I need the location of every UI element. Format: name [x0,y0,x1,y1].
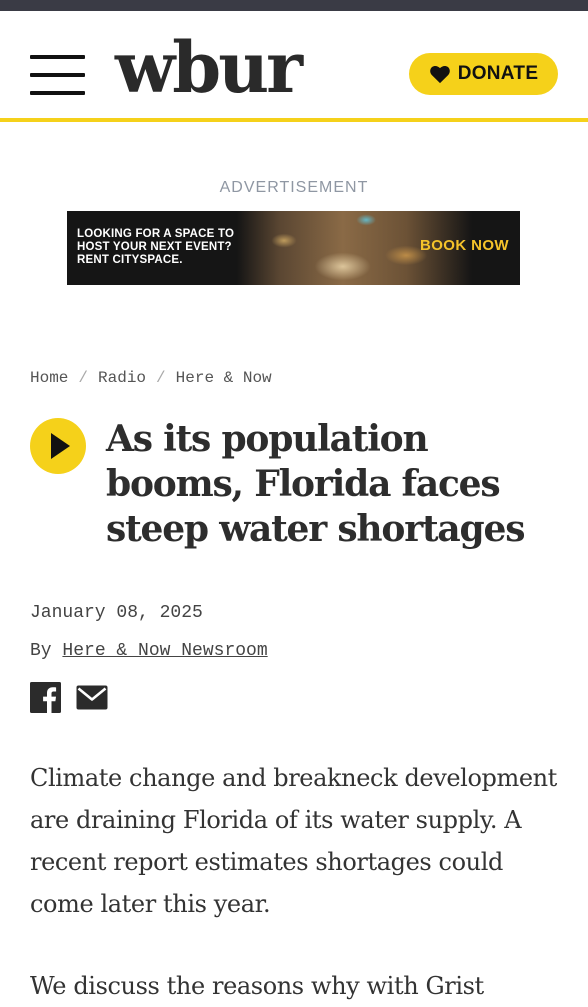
play-audio-button[interactable] [30,418,86,474]
donate-button[interactable]: DONATE [409,53,558,95]
breadcrumb-separator: / [78,369,89,387]
ad-banner[interactable]: LOOKING FOR A SPACE TO HOST YOUR NEXT EV… [67,211,520,285]
email-icon[interactable] [76,682,108,712]
breadcrumb: Home / Radio / Here & Now [30,367,272,389]
article-paragraph: We discuss the reasons why with Grist [30,972,484,1000]
wbur-logo[interactable]: wbur [115,23,303,113]
breadcrumb-radio[interactable]: Radio [98,369,146,387]
breadcrumb-home[interactable]: Home [30,369,68,387]
facebook-icon[interactable] [30,682,62,713]
ad-book-now[interactable]: BOOK NOW [420,237,509,254]
article-title: As its population booms, Florida faces s… [106,418,525,550]
breadcrumb-here-and-now[interactable]: Here & Now [176,369,272,387]
play-icon [51,433,70,459]
article-date: January 08, 2025 [30,603,203,623]
byline-prefix: By [30,641,52,661]
share-buttons [30,682,108,713]
donate-label: DONATE [457,63,539,84]
ad-text: LOOKING FOR A SPACE TO HOST YOUR NEXT EV… [77,228,235,266]
hamburger-menu-icon[interactable] [30,53,86,97]
advertisement-label: ADVERTISEMENT [219,179,369,196]
heart-icon [429,64,451,84]
author-link[interactable]: Here & Now Newsroom [62,641,267,661]
site-header: wbur DONATE [0,11,588,118]
article-paragraph: Climate change and breakneck development… [30,764,557,918]
status-strip [0,0,588,11]
header-accent-rule [0,118,588,122]
article-byline: By Here & Now Newsroom [30,641,268,661]
breadcrumb-separator: / [156,369,166,387]
